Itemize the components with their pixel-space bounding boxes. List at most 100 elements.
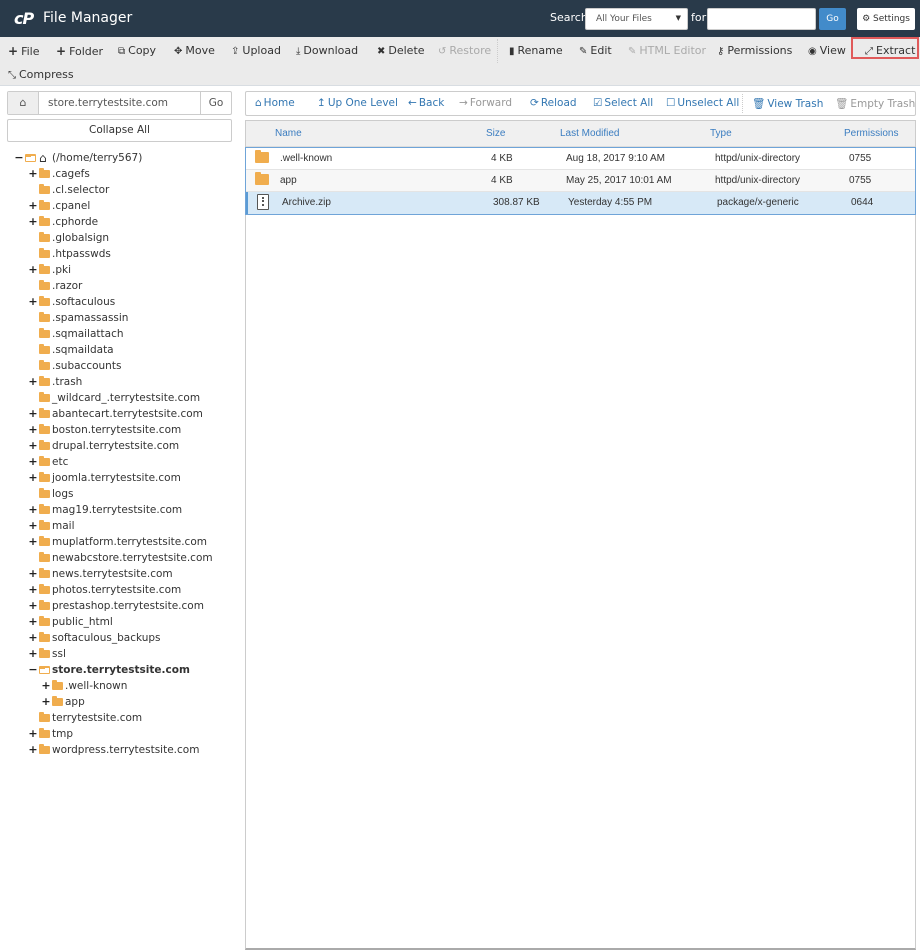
tree-item[interactable]: .htpasswds xyxy=(0,246,240,262)
expand-icon[interactable]: + xyxy=(28,454,38,470)
expand-icon[interactable]: + xyxy=(28,534,38,550)
expand-icon[interactable]: + xyxy=(28,726,38,742)
expand-icon[interactable]: + xyxy=(28,566,38,582)
upload-button[interactable]: ⇪ Upload xyxy=(231,42,281,60)
tree-item[interactable]: + public_html xyxy=(0,614,240,630)
expand-icon[interactable]: + xyxy=(28,262,38,278)
search-input[interactable] xyxy=(707,8,816,30)
new-file-button[interactable]: + File xyxy=(8,42,39,60)
up-one-level-button[interactable]: ↥ Up One Level xyxy=(317,97,398,109)
reload-button[interactable]: ⟳ Reload xyxy=(530,97,577,109)
column-header-last-modified[interactable]: Last Modified xyxy=(560,128,619,139)
tree-item[interactable]: + .cagefs xyxy=(0,166,240,182)
expand-icon[interactable]: + xyxy=(28,166,38,182)
column-header-type[interactable]: Type xyxy=(710,128,732,139)
tree-item[interactable]: + photos.terrytestsite.com xyxy=(0,582,240,598)
expand-icon[interactable]: + xyxy=(41,694,51,710)
column-header-size[interactable]: Size xyxy=(486,128,505,139)
expand-icon[interactable]: + xyxy=(28,198,38,214)
search-go-button[interactable]: Go xyxy=(819,8,846,30)
home-icon[interactable]: ⌂ xyxy=(8,92,39,114)
move-button[interactable]: ✥ Move xyxy=(174,42,215,60)
tree-item[interactable]: .cl.selector xyxy=(0,182,240,198)
copy-button[interactable]: ⧉ Copy xyxy=(118,42,156,60)
unselect-all-button[interactable]: ☐ Unselect All xyxy=(666,97,739,109)
back-button[interactable]: ← Back xyxy=(408,97,444,109)
tree-item[interactable]: + .trash xyxy=(0,374,240,390)
expand-icon[interactable]: + xyxy=(28,438,38,454)
column-header-permissions[interactable]: Permissions xyxy=(844,128,898,139)
tree-item[interactable]: + boston.terrytestsite.com xyxy=(0,422,240,438)
collapse-all-button[interactable]: Collapse All xyxy=(7,119,232,142)
tree-item[interactable]: + etc xyxy=(0,454,240,470)
edit-button[interactable]: ✎ Edit xyxy=(579,42,612,60)
tree-item[interactable]: .razor xyxy=(0,278,240,294)
select-all-button[interactable]: ☑ Select All xyxy=(593,97,653,109)
tree-item[interactable]: + ssl xyxy=(0,646,240,662)
expand-icon[interactable]: + xyxy=(28,294,38,310)
expand-icon[interactable]: + xyxy=(28,582,38,598)
delete-button[interactable]: ✖ Delete xyxy=(377,42,425,60)
tree-item[interactable]: − ⌂ (/home/terry567) xyxy=(0,150,240,166)
tree-item[interactable]: + muplatform.terrytestsite.com xyxy=(0,534,240,550)
path-input[interactable]: store.terrytestsite.com xyxy=(48,97,168,109)
expand-icon[interactable]: + xyxy=(28,630,38,646)
tree-item[interactable]: + mag19.terrytestsite.com xyxy=(0,502,240,518)
tree-item[interactable]: + abantecart.terrytestsite.com xyxy=(0,406,240,422)
settings-button[interactable]: ⚙ Settings xyxy=(857,8,915,30)
forward-button[interactable]: → Forward xyxy=(459,97,512,109)
search-scope-select[interactable]: All Your Files ▼ xyxy=(585,8,688,30)
tree-item[interactable]: .sqmaildata xyxy=(0,342,240,358)
tree-item[interactable]: _wildcard_.terrytestsite.com xyxy=(0,390,240,406)
rename-button[interactable]: ▮ Rename xyxy=(509,42,563,60)
tree-item[interactable]: logs xyxy=(0,486,240,502)
tree-item[interactable]: + wordpress.terrytestsite.com xyxy=(0,742,240,758)
expand-icon[interactable]: + xyxy=(28,470,38,486)
permissions-button[interactable]: ⚷ Permissions xyxy=(717,42,792,60)
view-button[interactable]: ◉ View xyxy=(808,42,846,60)
download-button[interactable]: ⤓ Download xyxy=(296,42,358,60)
tree-item[interactable]: .sqmailattach xyxy=(0,326,240,342)
tree-item[interactable]: + .pki xyxy=(0,262,240,278)
extract-button[interactable]: ⤢ Extract xyxy=(865,42,915,60)
view-trash-button[interactable]: 🗑 View Trash xyxy=(752,97,823,110)
tree-item[interactable]: + joomla.terrytestsite.com xyxy=(0,470,240,486)
tree-item[interactable]: .subaccounts xyxy=(0,358,240,374)
tree-item[interactable]: .spamassassin xyxy=(0,310,240,326)
expand-icon[interactable]: + xyxy=(28,646,38,662)
tree-item[interactable]: + .well-known xyxy=(0,678,240,694)
tree-item[interactable]: + drupal.terrytestsite.com xyxy=(0,438,240,454)
expand-icon[interactable]: + xyxy=(28,214,38,230)
tree-item[interactable]: + app xyxy=(0,694,240,710)
expand-icon[interactable]: + xyxy=(28,422,38,438)
restore-button[interactable]: ↺ Restore xyxy=(438,42,491,60)
tree-item[interactable]: + tmp xyxy=(0,726,240,742)
expand-icon[interactable]: + xyxy=(28,502,38,518)
expand-icon[interactable]: + xyxy=(41,678,51,694)
empty-trash-button[interactable]: 🗑 Empty Trash xyxy=(835,97,915,110)
tree-item[interactable]: + .cphorde xyxy=(0,214,240,230)
expand-icon[interactable]: + xyxy=(28,406,38,422)
compress-button[interactable]: ⤡ Compress xyxy=(8,66,74,84)
home-nav-button[interactable]: ⌂ Home xyxy=(255,97,295,109)
tree-item[interactable]: + prestashop.terrytestsite.com xyxy=(0,598,240,614)
tree-item[interactable]: + mail xyxy=(0,518,240,534)
table-row[interactable]: Archive.zip 308.87 KB Yesterday 4:55 PM pac… xyxy=(246,192,915,214)
table-row[interactable]: .well-known 4 KB Aug 18, 2017 9:10 AM httpd… xyxy=(246,148,915,170)
tree-item[interactable]: newabcstore.terrytestsite.com xyxy=(0,550,240,566)
tree-item[interactable]: + .softaculous xyxy=(0,294,240,310)
cpanel-logo[interactable]: cP xyxy=(14,9,34,28)
expand-icon[interactable]: + xyxy=(28,598,38,614)
new-folder-button[interactable]: + Folder xyxy=(56,42,103,60)
tree-item[interactable]: + softaculous_backups xyxy=(0,630,240,646)
expand-icon[interactable]: + xyxy=(28,614,38,630)
table-row[interactable]: app 4 KB May 25, 2017 10:01 AM httpd/unix-d… xyxy=(246,170,915,192)
tree-item[interactable]: .globalsign xyxy=(0,230,240,246)
column-header-name[interactable]: Name xyxy=(275,128,302,139)
expand-icon[interactable]: + xyxy=(28,742,38,758)
collapse-icon[interactable]: − xyxy=(14,150,24,166)
tree-item[interactable]: − store.terrytestsite.com xyxy=(0,662,240,678)
collapse-icon[interactable]: − xyxy=(28,662,38,678)
html-editor-button[interactable]: ✎ HTML Editor xyxy=(628,42,706,60)
tree-item[interactable]: terrytestsite.com xyxy=(0,710,240,726)
